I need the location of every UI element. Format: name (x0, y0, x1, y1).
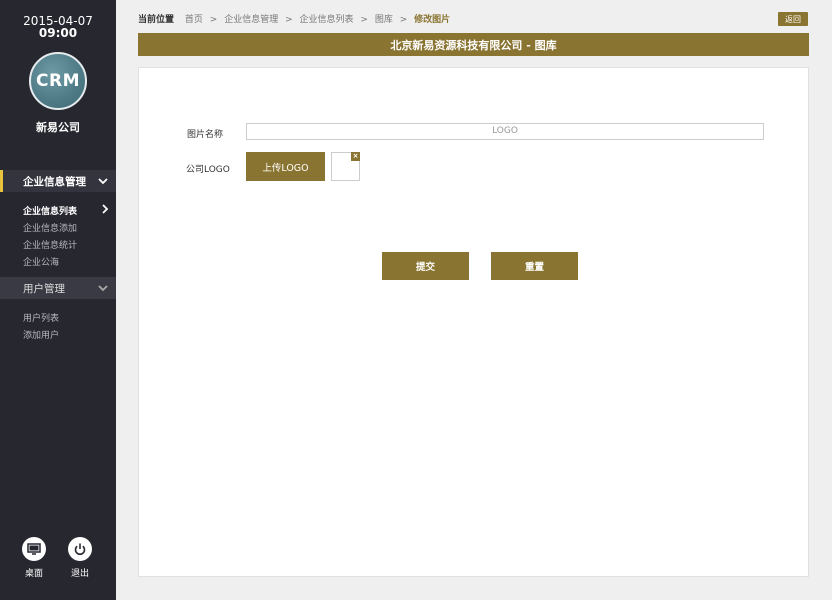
breadcrumb-enterprise-list[interactable]: 企业信息列表 (300, 15, 354, 25)
sidebar: 2015-04-07 09:00 CRM 新易公司 企业信息管理 企业信息列表 … (0, 0, 116, 600)
monitor-icon (27, 543, 41, 555)
breadcrumb-separator: > (399, 15, 408, 25)
upload-logo-button[interactable]: 上传LOGO (246, 152, 325, 181)
power-icon (74, 543, 86, 555)
sidebar-item-enterprise-pool[interactable]: 企业公海 (23, 255, 59, 268)
content-panel (138, 67, 809, 577)
breadcrumb-title: 当前位置 (138, 15, 175, 25)
sidebar-item-enterprise-list[interactable]: 企业信息列表 (23, 204, 77, 217)
reset-button[interactable]: 重置 (491, 252, 578, 280)
logout-button[interactable] (68, 537, 92, 561)
back-button[interactable]: 返回 (778, 12, 808, 26)
chevron-right-icon (102, 204, 109, 214)
menu-user-management[interactable]: 用户管理 (0, 277, 116, 299)
chevron-down-icon (98, 285, 108, 292)
submit-button[interactable]: 提交 (382, 252, 469, 280)
page-title: 北京新易资源科技有限公司 - 图库 (138, 33, 809, 56)
menu-enterprise-label: 企业信息管理 (23, 175, 86, 188)
desktop-button[interactable] (22, 537, 46, 561)
company-logo-label: 公司LOGO (186, 165, 230, 175)
remove-image-icon[interactable]: × (351, 152, 360, 161)
sidebar-item-enterprise-stats[interactable]: 企业信息统计 (23, 238, 77, 251)
sidebar-item-enterprise-add[interactable]: 企业信息添加 (23, 221, 77, 234)
avatar-text: CRM (36, 71, 80, 91)
time-display: 09:00 (38, 26, 78, 40)
image-name-label: 图片名称 (187, 130, 224, 140)
breadcrumb-enterprise-management[interactable]: 企业信息管理 (224, 15, 278, 25)
breadcrumb-gallery[interactable]: 图库 (375, 15, 393, 25)
menu-enterprise-management[interactable]: 企业信息管理 (0, 170, 116, 192)
company-name: 新易公司 (36, 121, 80, 134)
breadcrumb: 当前位置 首页 > 企业信息管理 > 企业信息列表 > 图库 > 修改图片 (138, 12, 450, 25)
breadcrumb-separator: > (209, 15, 218, 25)
breadcrumb-home[interactable]: 首页 (185, 15, 203, 25)
image-name-input[interactable]: LOGO (246, 123, 764, 140)
avatar: CRM (29, 52, 87, 110)
sidebar-item-user-add[interactable]: 添加用户 (23, 328, 59, 341)
breadcrumb-separator: > (285, 15, 293, 25)
breadcrumb-current: 修改图片 (414, 15, 451, 25)
menu-user-label: 用户管理 (23, 282, 65, 295)
breadcrumb-separator: > (360, 15, 368, 25)
sidebar-item-user-list[interactable]: 用户列表 (23, 311, 59, 324)
chevron-down-icon (98, 178, 108, 185)
desktop-label: 桌面 (24, 569, 43, 579)
logout-label: 退出 (70, 569, 89, 579)
